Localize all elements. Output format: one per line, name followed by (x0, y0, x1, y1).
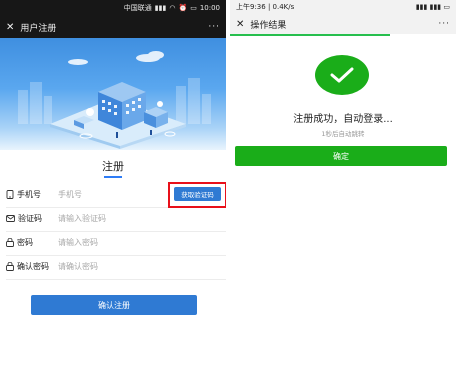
result-subtitle: 1秒后自动跳转 (321, 130, 365, 138)
phone-label-text: 手机号 (17, 190, 41, 199)
password-label: 密码 (6, 237, 58, 248)
app-header: ✕ 用户注册 ··· (0, 16, 226, 38)
alarm-icon: ⏰ (178, 4, 188, 12)
success-badge (315, 55, 369, 95)
result-title: 注册成功，自动登录... (293, 114, 393, 125)
password-input[interactable]: 请输入密码 (58, 237, 98, 248)
password-label-text: 密码 (17, 238, 33, 247)
close-icon[interactable]: ✕ (236, 19, 244, 30)
confirm-password-input[interactable]: 请确认密码 (58, 261, 98, 272)
confirm-button[interactable]: 确定 (235, 146, 447, 166)
battery-icon: ▭ (190, 4, 197, 12)
hero-banner (0, 38, 226, 150)
password-field-row: 密码 请输入密码 (0, 230, 226, 255)
status-bar: 上午9:36 | 0.4K/s ▮▮▮ ▮▮▮ ▭ (230, 0, 456, 14)
code-label: 验证码 (6, 213, 58, 224)
page-title: 操作结果 (250, 20, 287, 31)
register-screen: 中国联通 ▮▮▮ ◠ ⏰ ▭ 10:00 ✕ 用户注册 ··· 注册 手机号 手… (0, 0, 226, 379)
code-input[interactable]: 请输入验证码 (58, 213, 106, 224)
submit-register-button[interactable]: 确认注册 (31, 295, 197, 315)
signal-icon: ▮▮▮ (154, 4, 167, 12)
form-title: 注册 (102, 160, 124, 173)
carrier-label: 中国联通 (123, 4, 152, 12)
close-icon[interactable]: ✕ (6, 22, 14, 33)
loading-progress-bar (230, 34, 390, 36)
lock-icon (6, 238, 14, 247)
confirm-password-label: 确认密码 (6, 261, 58, 272)
confirm-password-label-text: 确认密码 (17, 262, 49, 271)
checkmark-icon (330, 67, 354, 83)
status-time: 10:00 (199, 4, 220, 12)
highlight-annotation (168, 182, 226, 208)
title-underline (104, 176, 122, 178)
status-time-speed: 上午9:36 | 0.4K/s (236, 3, 295, 11)
signal-icon: ▮▮▮ ▮▮▮ ▭ (415, 3, 450, 11)
phone-input[interactable]: 手机号 (58, 189, 82, 200)
phone-icon (6, 190, 14, 199)
more-menu-button[interactable]: ··· (438, 19, 450, 29)
message-icon (6, 214, 15, 222)
code-field-row: 验证码 请输入验证码 (0, 206, 226, 231)
page-title: 用户注册 (20, 23, 57, 34)
phone-label: 手机号 (6, 189, 58, 200)
lock-icon (6, 262, 14, 271)
result-screen: 上午9:36 | 0.4K/s ▮▮▮ ▮▮▮ ▭ ✕ 操作结果 ··· 注册成… (230, 0, 456, 379)
app-header: ✕ 操作结果 ··· (230, 14, 456, 34)
status-bar: 中国联通 ▮▮▮ ◠ ⏰ ▭ 10:00 (0, 0, 226, 16)
divider (6, 279, 226, 280)
wifi-icon: ◠ (169, 4, 176, 12)
confirm-password-field-row: 确认密码 请确认密码 (0, 254, 226, 279)
isometric-city-illustration (18, 51, 211, 149)
code-label-text: 验证码 (18, 214, 42, 223)
more-menu-button[interactable]: ··· (208, 22, 220, 32)
